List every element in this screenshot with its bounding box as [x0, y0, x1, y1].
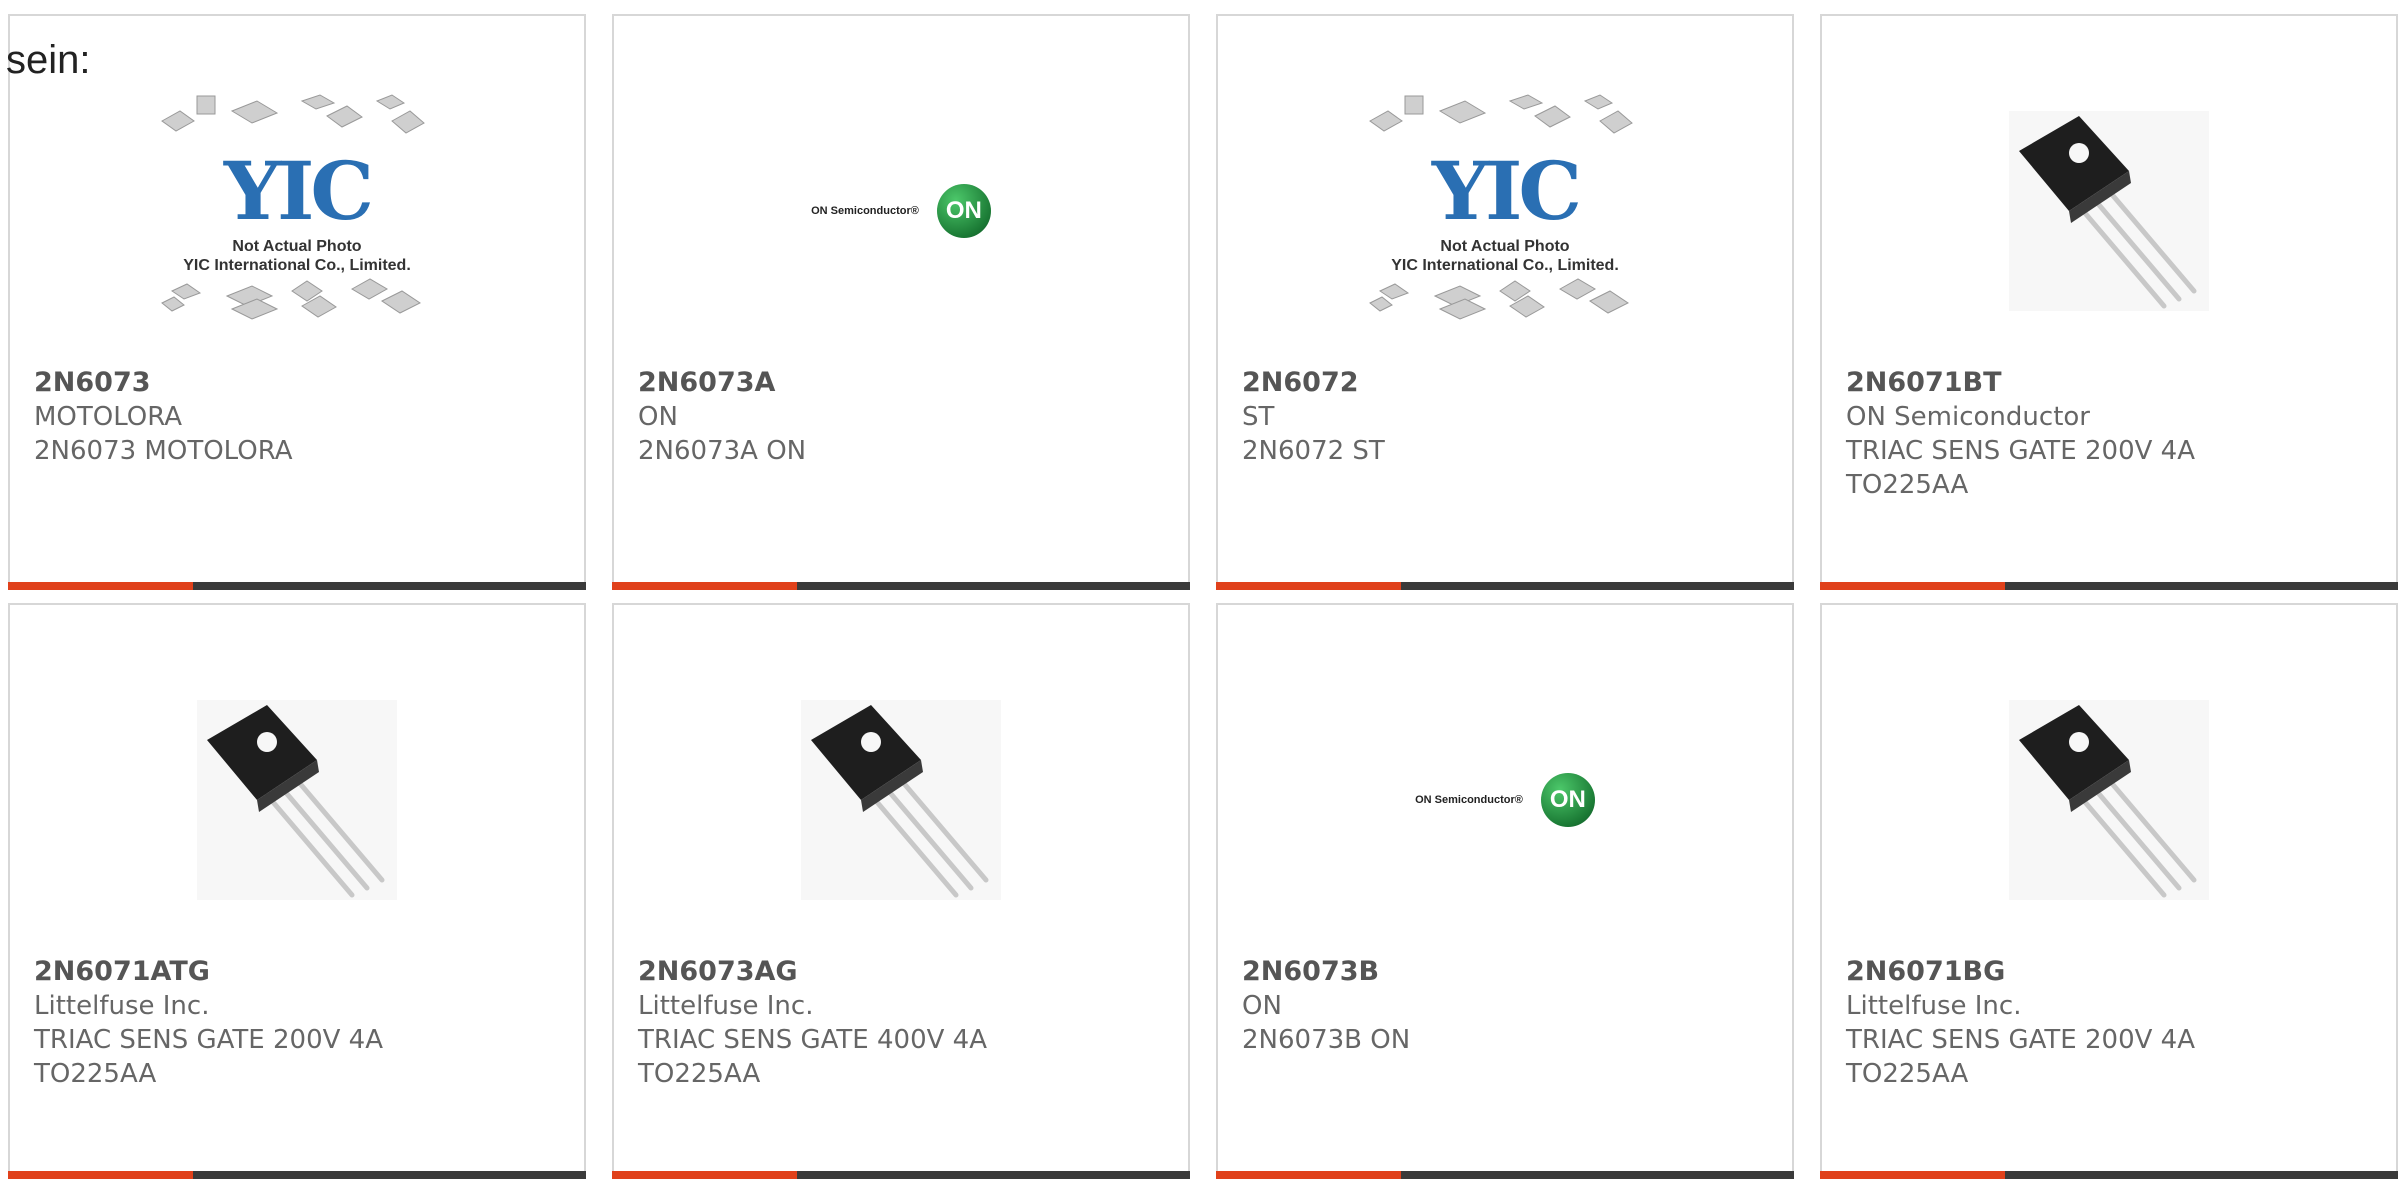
manufacturer: Littelfuse Inc. [638, 991, 814, 1021]
product-info: 2N6072 ST 2N6072 ST [1242, 366, 1768, 468]
description: 2N6073 MOTOLORA [34, 436, 293, 466]
manufacturer: ON Semiconductor [1846, 402, 2090, 432]
description: 2N6073A ON [638, 436, 807, 466]
product-info: 2N6073B ON 2N6073B ON [1242, 955, 1768, 1057]
product-image[interactable] [10, 645, 584, 955]
manufacturer: ST [1242, 402, 1275, 432]
card-accent-bar [1820, 582, 2005, 590]
part-number[interactable]: 2N6073AG [638, 955, 1164, 989]
part-number[interactable]: 2N6071ATG [34, 955, 560, 989]
product-info: 2N6071BG Littelfuse Inc. TRIAC SENS GATE… [1846, 955, 2372, 1091]
card-bottom-bar [612, 582, 1190, 590]
part-number[interactable]: 2N6073B [1242, 955, 1768, 989]
card-bottom-bar [1820, 582, 2398, 590]
product-image[interactable] [1822, 645, 2396, 955]
product-card[interactable]: ON Semiconductor® ON 2N6073B ON 2N6073B … [1216, 603, 1794, 1179]
on-semiconductor-logo[interactable]: ON Semiconductor® ON [1415, 773, 1595, 827]
to225-transistor-image[interactable] [2009, 700, 2209, 900]
card-bottom-bar [612, 1171, 1190, 1179]
on-wordmark: ON Semiconductor® [811, 205, 919, 217]
product-card[interactable]: YIC Not Actual Photo YIC International C… [1216, 14, 1794, 590]
package: TO225AA [638, 1059, 761, 1089]
card-bottom-bar [1216, 1171, 1794, 1179]
product-info: 2N6071ATG Littelfuse Inc. TRIAC SENS GAT… [34, 955, 560, 1091]
product-image[interactable] [614, 645, 1188, 955]
product-info: 2N6073AG Littelfuse Inc. TRIAC SENS GATE… [638, 955, 1164, 1091]
product-info: 2N6071BT ON Semiconductor TRIAC SENS GAT… [1846, 366, 2372, 502]
product-image[interactable]: YIC Not Actual Photo YIC International C… [10, 56, 584, 366]
product-image[interactable] [1822, 56, 2396, 366]
product-card[interactable]: 2N6073AG Littelfuse Inc. TRIAC SENS GATE… [612, 603, 1190, 1179]
product-card[interactable]: ON Semiconductor® ON 2N6073A ON 2N6073A … [612, 14, 1190, 590]
on-badge-icon: ON [1540, 773, 1595, 827]
card-bottom-bar [1216, 582, 1794, 590]
part-number[interactable]: 2N6073A [638, 366, 1164, 400]
to225-transistor-image[interactable] [2009, 111, 2209, 311]
part-number[interactable]: 2N6071BT [1846, 366, 2372, 400]
card-accent-bar [612, 582, 797, 590]
product-info: 2N6073A ON 2N6073A ON [638, 366, 1164, 468]
card-accent-bar [8, 1171, 193, 1179]
placeholder-caption-2: YIC International Co., Limited. [183, 257, 411, 274]
manufacturer: MOTOLORA [34, 402, 183, 432]
manufacturer: Littelfuse Inc. [1846, 991, 2022, 1021]
product-card[interactable]: 2N6071ATG Littelfuse Inc. TRIAC SENS GAT… [8, 603, 586, 1179]
description: 2N6073B ON [1242, 1025, 1411, 1055]
package: TO225AA [34, 1059, 157, 1089]
package: TO225AA [1846, 470, 1969, 500]
on-wordmark: ON Semiconductor® [1415, 794, 1523, 806]
description: TRIAC SENS GATE 200V 4A [1846, 436, 2196, 466]
description: TRIAC SENS GATE 200V 4A [1846, 1025, 2196, 1055]
part-number[interactable]: 2N6072 [1242, 366, 1768, 400]
to225-transistor-image[interactable] [801, 700, 1001, 900]
card-bottom-bar [1820, 1171, 2398, 1179]
placeholder-caption-2: YIC International Co., Limited. [1391, 257, 1619, 274]
card-bottom-bar [8, 582, 586, 590]
placeholder-caption-1: Not Actual Photo [1440, 238, 1570, 255]
card-accent-bar [1216, 582, 1401, 590]
on-semiconductor-logo[interactable]: ON Semiconductor® ON [811, 184, 991, 238]
text-fragment: sein: [6, 38, 91, 82]
product-card[interactable]: 2N6071BT ON Semiconductor TRIAC SENS GAT… [1820, 14, 2398, 590]
product-card[interactable]: YIC Not Actual Photo YIC International C… [8, 14, 586, 590]
product-image[interactable]: ON Semiconductor® ON [614, 56, 1188, 366]
card-bottom-bar [8, 1171, 586, 1179]
description: 2N6072 ST [1242, 436, 1385, 466]
placeholder-caption-1: Not Actual Photo [232, 238, 362, 255]
card-accent-bar [8, 582, 193, 590]
card-accent-bar [612, 1171, 797, 1179]
part-number[interactable]: 2N6071BG [1846, 955, 2372, 989]
product-image[interactable]: YIC Not Actual Photo YIC International C… [1218, 56, 1792, 366]
manufacturer: ON [1242, 991, 1282, 1021]
yic-placeholder-image[interactable]: YIC Not Actual Photo YIC International C… [152, 91, 442, 331]
card-accent-bar [1820, 1171, 2005, 1179]
product-image[interactable]: ON Semiconductor® ON [1218, 645, 1792, 955]
part-number[interactable]: 2N6073 [34, 366, 560, 400]
on-badge-icon: ON [936, 184, 991, 238]
product-info: 2N6073 MOTOLORA 2N6073 MOTOLORA [34, 366, 560, 468]
yic-logo: YIC [1431, 144, 1582, 238]
yic-placeholder-image[interactable]: YIC Not Actual Photo YIC International C… [1360, 91, 1650, 331]
manufacturer: ON [638, 402, 678, 432]
manufacturer: Littelfuse Inc. [34, 991, 210, 1021]
product-card[interactable]: 2N6071BG Littelfuse Inc. TRIAC SENS GATE… [1820, 603, 2398, 1179]
to225-transistor-image[interactable] [197, 700, 397, 900]
package: TO225AA [1846, 1059, 1969, 1089]
description: TRIAC SENS GATE 400V 4A [638, 1025, 988, 1055]
yic-logo: YIC [223, 144, 374, 238]
description: TRIAC SENS GATE 200V 4A [34, 1025, 384, 1055]
card-accent-bar [1216, 1171, 1401, 1179]
